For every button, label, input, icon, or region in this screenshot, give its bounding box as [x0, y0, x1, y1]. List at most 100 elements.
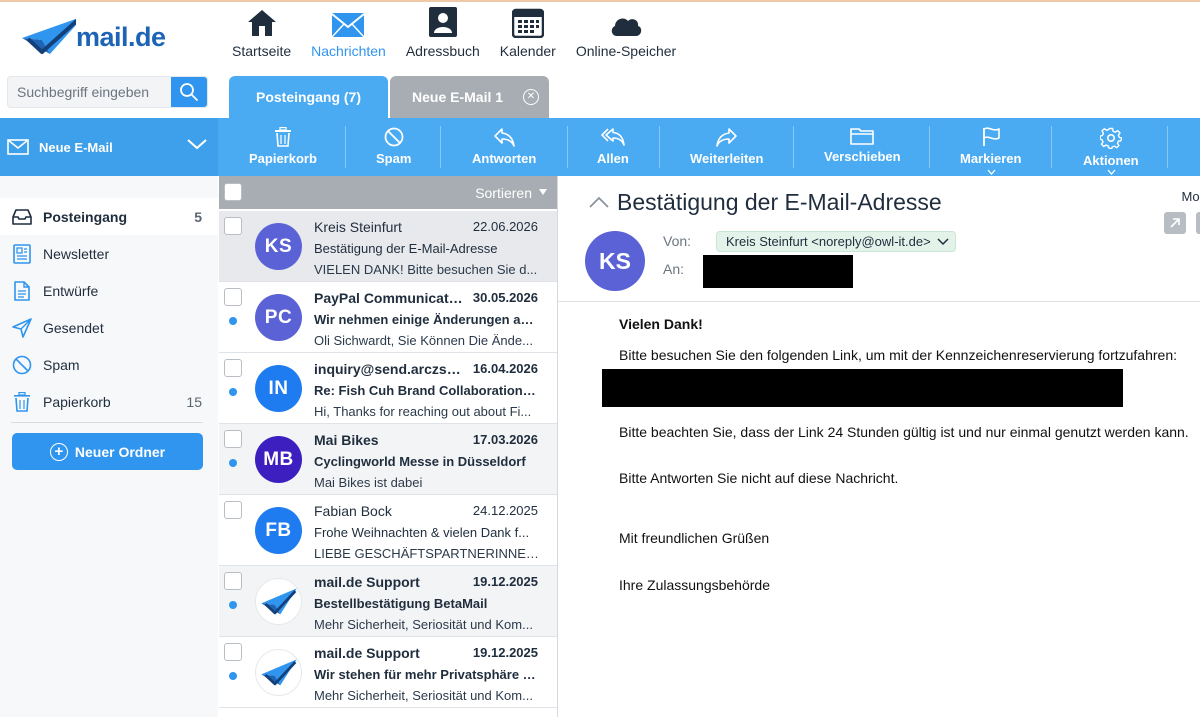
sender-name: inquiry@send.arczstu... [314, 361, 464, 377]
message-date: Mo, 2 [1181, 189, 1200, 204]
forward-icon [715, 128, 737, 147]
search-input[interactable] [8, 77, 173, 107]
chevron-down-icon [937, 237, 949, 245]
mail-row[interactable]: mail.de Support 19.12.2025 Bestellbestätig… [219, 566, 557, 637]
redacted-recipient [703, 255, 853, 288]
more-button[interactable] [1196, 212, 1200, 234]
body-paragraph: Bitte Antworten Sie nicht auf diese Nach… [619, 470, 899, 486]
toolbar-divider [929, 126, 930, 168]
mail-row[interactable]: KS Kreis Steinfurt 22.06.2026 Bestätigung d… [219, 211, 557, 282]
reply-icon [494, 128, 515, 147]
select-all-checkbox[interactable] [224, 183, 242, 201]
reply-all-icon [601, 128, 625, 146]
inbox-icon [12, 208, 32, 225]
row-checkbox[interactable] [224, 501, 242, 519]
unread-count: 5 [194, 209, 202, 225]
folder-posteingang[interactable]: Posteingang 5 [0, 198, 218, 235]
toolbar-label: Weiterleiten [690, 151, 764, 166]
folder-papierkorb[interactable]: Papierkorb 15 [0, 383, 218, 420]
main-navigation: Startseite Nachrichten Adressbuch Kalend… [222, 4, 686, 66]
new-mail-label: Neue E-Mail [39, 139, 113, 155]
toolbar-divider [1167, 126, 1168, 168]
toolbar-allen-button[interactable]: Allen [597, 118, 629, 176]
sender-avatar: KS [585, 231, 645, 291]
folder-list: Posteingang 5 Newsletter Entwürfe Gesend… [0, 198, 218, 420]
sort-button[interactable]: Sortieren [475, 185, 532, 201]
mail-row[interactable]: IN inquiry@send.arczstu... 16.04.2026 Re: F… [219, 353, 557, 424]
caret-down-icon[interactable] [539, 189, 547, 195]
toolbar-label: Allen [597, 151, 629, 166]
sender-avatar: FB [255, 507, 302, 554]
home-icon [247, 10, 276, 36]
row-checkbox[interactable] [224, 359, 242, 377]
popout-button[interactable] [1164, 212, 1186, 234]
folder-newsletter[interactable]: Newsletter [0, 235, 218, 272]
row-checkbox[interactable] [224, 288, 242, 306]
toolbar-label: Spam [376, 151, 412, 166]
chevron-up-icon[interactable] [588, 196, 610, 209]
trash-icon [274, 127, 291, 147]
chevron-down-icon [987, 169, 996, 175]
sender-name: Fabian Bock [314, 503, 392, 519]
mail-tabs: Posteingang (7) Neue E-Mail 1 ✕ [229, 76, 551, 118]
toolbar-divider [659, 126, 660, 168]
nav-label: Adressbuch [405, 43, 480, 59]
sender-avatar: MB [255, 436, 302, 483]
tab-neue-email[interactable]: Neue E-Mail 1 ✕ [390, 76, 549, 118]
toolbar-label: Papierkorb [249, 151, 317, 166]
toolbar-weiterleiten-button[interactable]: Weiterleiten [690, 118, 763, 176]
unread-dot [229, 601, 237, 609]
sender-name: PayPal Communicati... [314, 290, 464, 306]
mail-date: 24.12.2025 [472, 503, 538, 518]
search-box [7, 76, 208, 108]
mail-list-header: Sortieren [219, 176, 557, 209]
folder-spam[interactable]: Spam [0, 346, 218, 383]
mail-preview: Oli Sichwardt, Sie Können Die Ände... [314, 333, 533, 348]
mail-subject: Bestätigung der E-Mail-Adresse [314, 241, 498, 256]
row-checkbox[interactable] [224, 430, 242, 448]
mail-date: 22.06.2026 [472, 219, 538, 234]
search-button[interactable] [171, 77, 207, 107]
nav-adressbuch[interactable]: Adressbuch [396, 4, 490, 66]
sender-chip[interactable]: Kreis Steinfurt <noreply@owl-it.de> [716, 231, 956, 252]
mail-row[interactable]: MB Mai Bikes 17.03.2026 Cyclingworld Messe … [219, 424, 557, 495]
toolbar-spam-button[interactable]: Spam [376, 118, 411, 176]
tab-posteingang[interactable]: Posteingang (7) [229, 76, 388, 118]
toolbar-label: Antworten [472, 151, 537, 166]
message-subject: Bestätigung der E-Mail-Adresse [617, 189, 942, 215]
toolbar-markieren-button[interactable]: Markieren [960, 118, 1021, 176]
row-checkbox[interactable] [224, 217, 242, 235]
toolbar-aktionen-button[interactable]: Aktionen [1083, 118, 1139, 176]
new-mail-button[interactable]: Neue E-Mail [0, 118, 218, 176]
nav-online-speicher[interactable]: Online-Speicher [566, 4, 686, 66]
logo[interactable]: mail.de [20, 14, 180, 58]
nav-label: Kalender [499, 43, 556, 59]
mail-preview: Hi, Thanks for reaching out about Fi... [314, 404, 532, 419]
chevron-down-icon [1107, 169, 1116, 175]
mail-row[interactable]: FB Fabian Bock 24.12.2025 Frohe Weihnachten… [219, 495, 557, 566]
body-paragraph: Bitte besuchen Sie den folgenden Link, u… [619, 347, 1178, 363]
folder-label: Gesendet [43, 319, 104, 336]
body-signature: Ihre Zulassungsbehörde [619, 577, 770, 593]
mail-subject: Re: Fish Cuh Brand Collaboration In... [314, 383, 539, 398]
nav-startseite[interactable]: Startseite [222, 4, 301, 66]
row-checkbox[interactable] [224, 643, 242, 661]
nav-kalender[interactable]: Kalender [490, 4, 566, 66]
nav-nachrichten[interactable]: Nachrichten [301, 4, 396, 66]
sender-name: mail.de Support [314, 574, 420, 590]
mail-row[interactable]: mail.de Support 19.12.2025 Wir stehen für … [219, 637, 557, 708]
mail-row[interactable]: PC PayPal Communicati... 30.05.2026 Wir neh… [219, 282, 557, 353]
mail-date: 16.04.2026 [472, 361, 538, 376]
toolbar-papierkorb-button[interactable]: Papierkorb [249, 118, 317, 176]
new-folder-button[interactable]: + Neuer Ordner [12, 433, 203, 470]
mail-date: 17.03.2026 [472, 432, 538, 447]
toolbar-verschieben-button[interactable]: Verschieben [824, 118, 901, 176]
redacted-link [602, 369, 1123, 407]
folder-entwuerfe[interactable]: Entwürfe [0, 272, 218, 309]
chevron-down-icon[interactable] [186, 137, 208, 151]
row-checkbox[interactable] [224, 572, 242, 590]
toolbar-antworten-button[interactable]: Antworten [472, 118, 536, 176]
nav-label: Nachrichten [311, 43, 386, 59]
close-icon[interactable]: ✕ [523, 89, 539, 105]
folder-gesendet[interactable]: Gesendet [0, 309, 218, 346]
